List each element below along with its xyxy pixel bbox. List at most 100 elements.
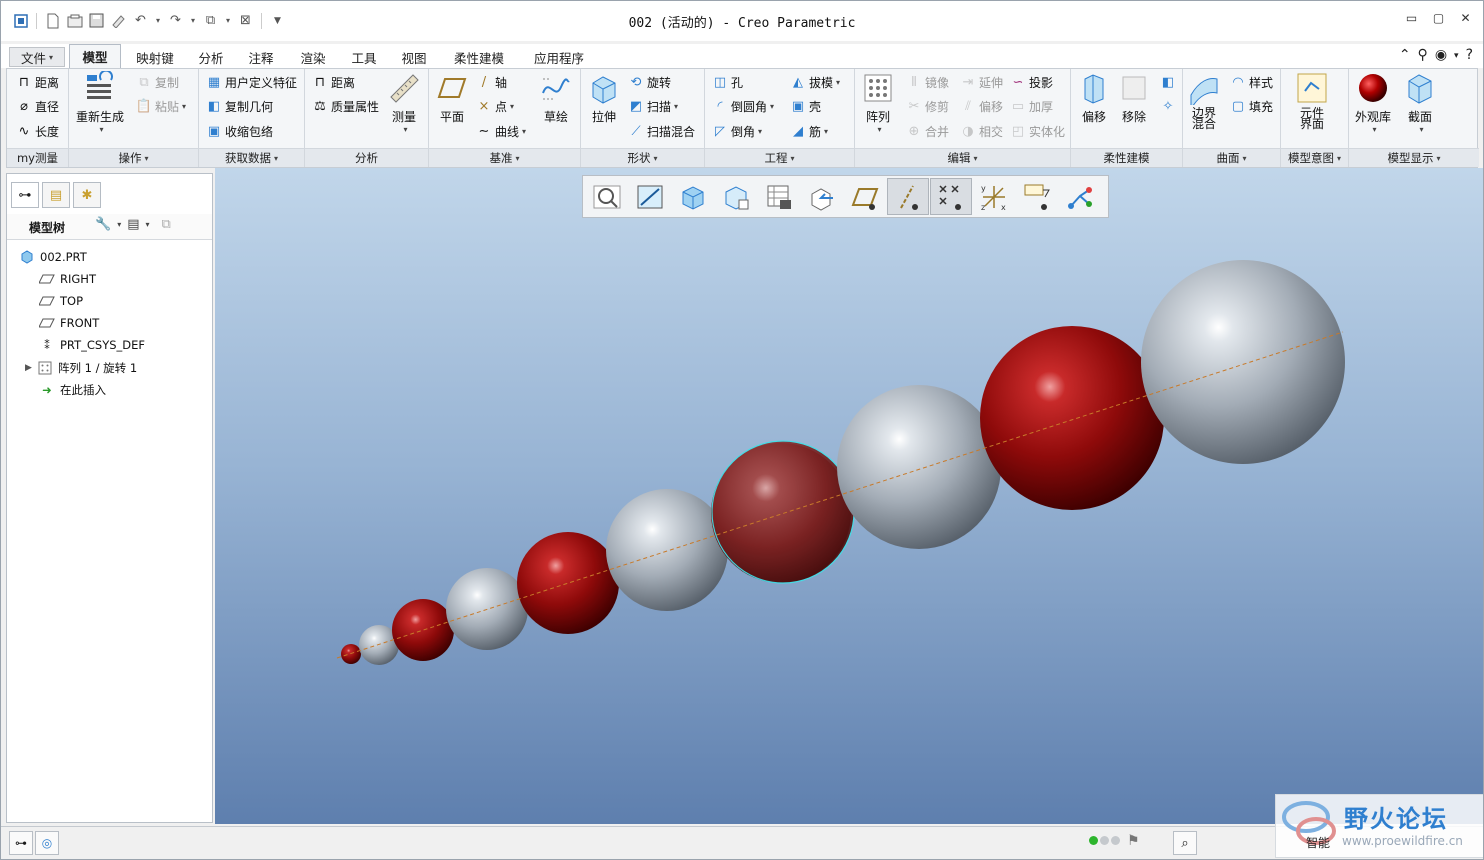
mirror-button[interactable]: ⫴ 镜像: [905, 71, 949, 93]
help-icon[interactable]: ?: [1466, 47, 1473, 63]
plane-display-button[interactable]: [844, 178, 886, 215]
boundary-blend-button[interactable]: 边界 混合: [1187, 71, 1221, 130]
zoom-window-button[interactable]: [629, 178, 671, 215]
shading-button[interactable]: [672, 178, 714, 215]
save-icon[interactable]: [87, 11, 106, 30]
undo-icon[interactable]: ↶: [131, 11, 150, 30]
search-icon[interactable]: ⚲: [1418, 47, 1428, 63]
toggle-navigator-icon[interactable]: ⊶: [9, 831, 33, 855]
revolve-button[interactable]: ⟲ 旋转: [627, 71, 671, 93]
sphere-10[interactable]: [1141, 260, 1345, 464]
intersect-button[interactable]: ◑ 相交: [959, 120, 1003, 142]
paste-button[interactable]: 📋 粘贴 ▾: [135, 95, 186, 117]
flex-remove-button[interactable]: 移除: [1117, 71, 1151, 125]
datum-axis-button[interactable]: / 轴: [475, 71, 507, 93]
tree-node-insert-here[interactable]: ➜ 在此插入: [39, 380, 106, 400]
offset-button[interactable]: ⫽ 偏移: [959, 95, 1003, 117]
merge-button[interactable]: ⊕ 合并: [905, 120, 949, 142]
round-button[interactable]: ◜ 倒圆角 ▾: [711, 95, 774, 117]
copy-button[interactable]: ⧉ 复制: [135, 71, 179, 93]
shell-button[interactable]: ▣ 壳: [789, 95, 821, 117]
app-menu-icon[interactable]: [11, 11, 30, 30]
tree-node-pattern[interactable]: ▶ 阵列 1 / 旋转 1: [25, 358, 137, 378]
sphere-1[interactable]: [341, 644, 361, 664]
toggle-browser-icon[interactable]: ◎: [35, 831, 59, 855]
customize-toolbar-icon[interactable]: ▼: [268, 11, 287, 30]
open-file-icon[interactable]: [65, 11, 84, 30]
chamfer-button[interactable]: ◸ 倒角 ▾: [711, 120, 762, 142]
tab-flexible-modeling[interactable]: 柔性建模: [445, 46, 513, 68]
copy-geometry-button[interactable]: ◧ 复制几何: [205, 95, 273, 117]
project-button[interactable]: ∽ 投影: [1009, 71, 1053, 93]
tab-model[interactable]: 模型: [69, 44, 121, 68]
extrude-button[interactable]: 拉伸: [587, 71, 621, 125]
measure-distance-button[interactable]: ⊓ 距离: [15, 71, 59, 93]
refit-zoom-button[interactable]: [586, 178, 628, 215]
datum-plane-button[interactable]: 平面: [435, 71, 469, 125]
flex-tool-1-button[interactable]: ◧: [1159, 71, 1179, 93]
collapse-ribbon-icon[interactable]: ⌃: [1399, 47, 1411, 63]
tree-node-front[interactable]: FRONT: [39, 313, 99, 333]
point-display-button[interactable]: [930, 178, 972, 215]
sphere-8[interactable]: [837, 385, 1001, 549]
sphere-6[interactable]: [606, 489, 728, 611]
minimize-icon[interactable]: ▭: [1398, 7, 1425, 29]
redo-dropdown-icon[interactable]: ▾: [188, 11, 198, 30]
find-icon[interactable]: ⌕: [1173, 831, 1197, 855]
flag-icon[interactable]: ⚑: [1127, 833, 1140, 849]
udf-button[interactable]: ▦ 用户定义特征: [205, 71, 297, 93]
tree-node-csys[interactable]: ⁑ PRT_CSYS_DEF: [39, 335, 145, 355]
pattern-button[interactable]: 阵列 ▾: [861, 71, 895, 134]
community-icon[interactable]: ◉: [1435, 47, 1447, 63]
measure-diameter-button[interactable]: ⌀ 直径: [15, 95, 59, 117]
csys-display-button[interactable]: y z x: [973, 178, 1015, 215]
redo-icon[interactable]: ↷: [166, 11, 185, 30]
tab-view[interactable]: 视图: [394, 46, 434, 68]
sketch-button[interactable]: 草绘: [539, 71, 573, 125]
tab-file[interactable]: 文件 ▾: [9, 47, 65, 67]
model-tree-tab-icon[interactable]: ⊶: [11, 182, 39, 208]
view-manager-button[interactable]: [801, 178, 843, 215]
sphere-5[interactable]: [517, 532, 619, 634]
datum-curve-button[interactable]: ∼ 曲线 ▾: [475, 120, 526, 142]
tab-annotate[interactable]: 注释: [241, 46, 281, 68]
tab-mapkeys[interactable]: 映射键: [127, 46, 183, 68]
draft-button[interactable]: ◭ 拔模 ▾: [789, 71, 840, 93]
tree-node-part[interactable]: 002.PRT: [19, 247, 87, 267]
tab-analysis[interactable]: 分析: [191, 46, 231, 68]
tree-node-top[interactable]: TOP: [39, 291, 83, 311]
sphere-7-selected[interactable]: [711, 440, 855, 584]
tree-filter-icon[interactable]: ⧉: [162, 217, 171, 232]
axis-display-button[interactable]: [887, 178, 929, 215]
folder-browser-tab-icon[interactable]: ▤: [42, 182, 70, 208]
graphics-viewport[interactable]: y z x: [215, 168, 1483, 824]
hole-button[interactable]: ◫ 孔: [711, 71, 743, 93]
thicken-button[interactable]: ▭ 加厚: [1009, 95, 1053, 117]
sweep-button[interactable]: ◩ 扫描 ▾: [627, 95, 678, 117]
tree-columns-icon[interactable]: ▤: [127, 217, 139, 232]
measure-button[interactable]: 测量 ▾: [387, 71, 421, 134]
measure-length-button[interactable]: ∿ 长度: [15, 120, 59, 142]
flex-offset-button[interactable]: 偏移: [1077, 71, 1111, 125]
shrinkwrap-button[interactable]: ▣ 收缩包络: [205, 120, 273, 142]
flex-tool-2-button[interactable]: ✧: [1159, 95, 1179, 117]
maximize-icon[interactable]: ▢: [1425, 7, 1452, 29]
chevron-down-icon[interactable]: ▾: [1454, 51, 1459, 63]
windows-dropdown-icon[interactable]: ▾: [223, 11, 233, 30]
tab-render[interactable]: 渲染: [293, 46, 333, 68]
tab-tools[interactable]: 工具: [344, 46, 384, 68]
tab-applications[interactable]: 应用程序: [525, 46, 593, 68]
rib-button[interactable]: ◢ 筋 ▾: [789, 120, 828, 142]
section-button[interactable]: 截面 ▾: [1403, 71, 1437, 134]
favorites-tab-icon[interactable]: ✱: [73, 182, 101, 208]
chevron-down-icon[interactable]: ▾: [146, 220, 150, 229]
extend-button[interactable]: ⇥ 延伸: [959, 71, 1003, 93]
sphere-9[interactable]: [980, 326, 1164, 510]
mass-properties-button[interactable]: ⚖ 质量属性: [311, 95, 379, 117]
appearance-gallery-button[interactable]: 外观库 ▾: [1355, 71, 1391, 134]
expand-arrow-icon[interactable]: ▶: [25, 363, 37, 373]
sphere-3[interactable]: [392, 599, 454, 661]
style-button[interactable]: ◠ 样式: [1229, 71, 1273, 93]
swept-blend-button[interactable]: ⟋ 扫描混合: [627, 120, 695, 142]
trim-button[interactable]: ✂ 修剪: [905, 95, 949, 117]
